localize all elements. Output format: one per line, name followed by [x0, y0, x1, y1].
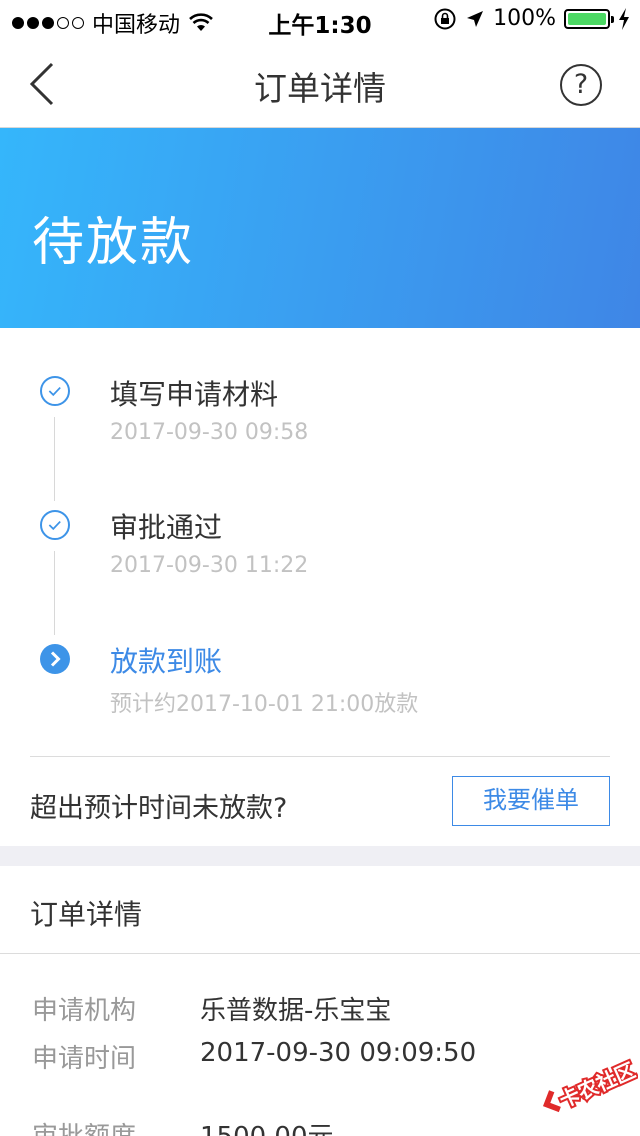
detail-label: 申请时间: [32, 1044, 137, 1074]
navigation-bar: 订单详情 ?: [0, 40, 640, 128]
status-bar: 中国移动 上午1:30 100%: [0, 0, 640, 40]
step-current-arrow-icon: [40, 644, 70, 674]
charging-icon: [619, 7, 629, 30]
detail-row: 申请机构 乐普数据-乐宝宝: [0, 990, 640, 1038]
progress-timeline: 填写申请材料 2017-09-30 09:58 审批通过 2017-09-30 …: [0, 328, 640, 846]
urge-prompt: 超出预计时间未放款?: [30, 793, 288, 824]
detail-label: 审批额度: [32, 1116, 136, 1136]
status-banner: 待放款: [0, 128, 640, 328]
rotation-lock-icon: [434, 8, 456, 29]
help-icon[interactable]: ?: [560, 64, 602, 106]
battery-icon: [564, 8, 614, 29]
step-done-check-icon: [40, 376, 70, 406]
timeline-connector: [54, 551, 55, 635]
details-title: 订单详情: [30, 898, 143, 931]
timeline-connector: [54, 417, 55, 501]
location-icon: [467, 10, 484, 27]
page-title: 订单详情: [254, 69, 386, 108]
step-time: 2017-09-30 09:58: [110, 420, 309, 445]
step-time: 预计约2017-10-01 21:00放款: [110, 692, 419, 717]
step-title-current: 放款到账: [110, 645, 223, 678]
step-time: 2017-09-30 11:22: [110, 553, 309, 578]
details-header: 订单详情: [0, 866, 640, 954]
urge-order-button[interactable]: 我要催单: [452, 776, 610, 826]
order-status: 待放款: [32, 213, 195, 273]
detail-value: 乐普数据-乐宝宝: [200, 996, 392, 1026]
step-title: 填写申请材料: [110, 378, 279, 411]
detail-label: 申请机构: [32, 996, 137, 1026]
watermark-logo: 卡农社区: [542, 1058, 638, 1114]
detail-value: 1500.00元: [200, 1116, 334, 1136]
step-title: 审批通过: [110, 511, 223, 544]
status-right: 100%: [433, 6, 630, 31]
battery-percent: 100%: [493, 6, 556, 31]
detail-value: 2017-09-30 09:09:50: [200, 1038, 477, 1068]
watermark-text: 卡农社区: [556, 1058, 638, 1112]
section-gap: [0, 846, 640, 866]
divider: [30, 756, 610, 757]
step-done-check-icon: [40, 510, 70, 540]
